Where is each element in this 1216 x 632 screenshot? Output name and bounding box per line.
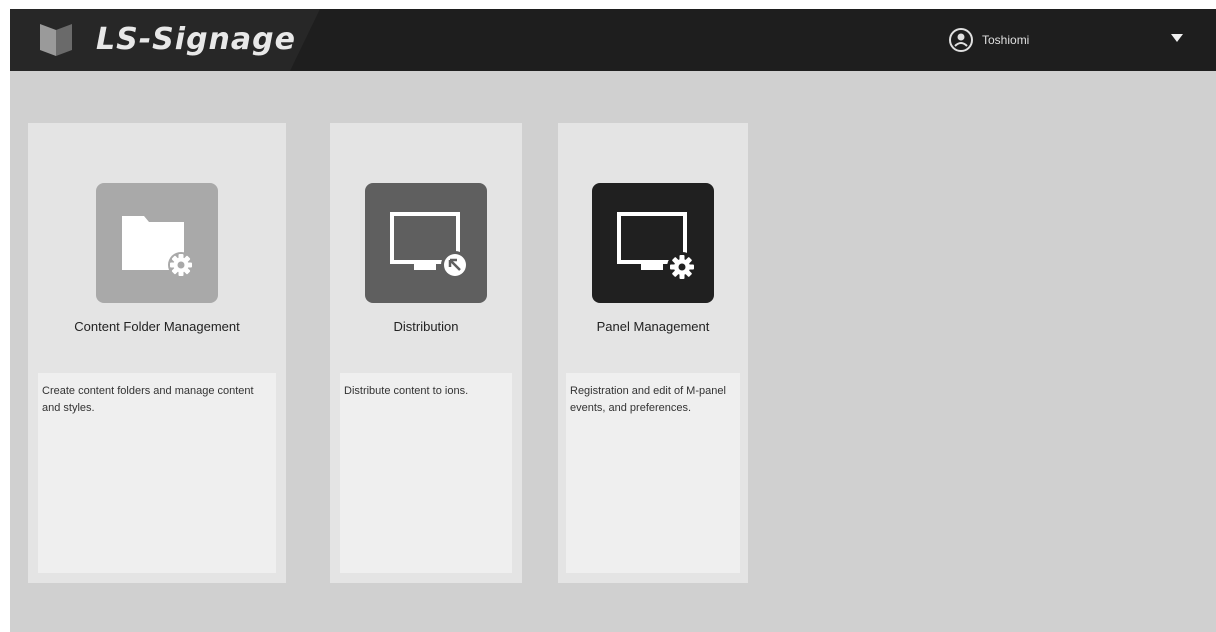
content-folder-tile — [96, 183, 218, 303]
card-description: Distribute content to ions. — [340, 373, 512, 573]
card-title: Panel Management — [596, 319, 710, 334]
distribution-card[interactable]: Distribution Distribute content to ions. — [330, 123, 522, 583]
logo-icon — [40, 24, 72, 56]
app-window: LS-Signage Toshiomi Content Folder Manag… — [10, 9, 1216, 632]
panel-management-tile — [592, 183, 714, 303]
user-name: Toshiomi — [982, 33, 1030, 47]
user-menu[interactable]: Toshiomi — [948, 27, 1029, 53]
header-bar: LS-Signage Toshiomi — [10, 9, 1216, 71]
card-title: Distribution — [393, 319, 459, 334]
monitor-gear-icon — [617, 212, 697, 282]
panel-management-card[interactable]: Panel Management Registration and edit o… — [558, 123, 748, 583]
app-title[interactable]: LS-Signage — [96, 22, 296, 57]
content-folder-management-card[interactable]: Content Folder Management Create content… — [28, 123, 286, 583]
user-icon — [949, 28, 973, 52]
card-description: Registration and edit of M-panel events,… — [566, 373, 740, 573]
card-description: Create content folders and manage conten… — [38, 373, 276, 573]
folder-gear-icon — [122, 216, 194, 278]
distribution-tile — [365, 183, 487, 303]
card-title: Content Folder Management — [74, 319, 240, 334]
chevron-down-icon[interactable] — [1171, 33, 1183, 43]
monitor-arrow-icon — [390, 212, 469, 279]
